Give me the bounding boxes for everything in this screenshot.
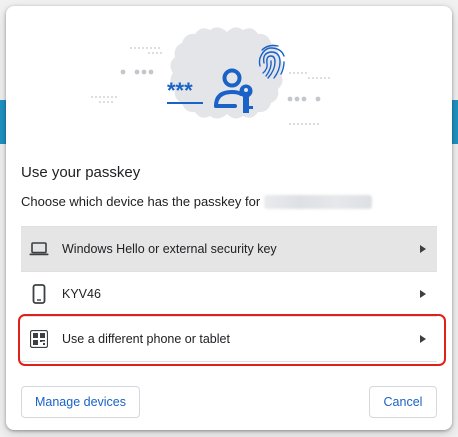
cancel-button[interactable]: Cancel: [369, 386, 437, 418]
dots-decoration-left: [91, 47, 162, 103]
dots-decoration-right: [287, 72, 330, 125]
divider: [21, 361, 437, 362]
chevron-right-icon: [417, 245, 429, 253]
device-label: KYV46: [62, 287, 101, 301]
dialog-subtitle: Choose which device has the passkey for: [21, 194, 261, 209]
device-option-windows-hello[interactable]: Windows Hello or external security key: [21, 227, 437, 271]
highlight-annotation-outline: [18, 314, 446, 366]
dialog-title: Use your passkey: [21, 164, 141, 181]
redacted-domain: [264, 194, 373, 209]
manage-devices-button[interactable]: Manage devices: [21, 386, 140, 418]
laptop-icon: [28, 238, 50, 260]
password-mask-text: ***: [167, 78, 193, 103]
device-option-kyv46[interactable]: KYV46: [21, 272, 437, 316]
device-label: Windows Hello or external security key: [62, 242, 277, 256]
chevron-right-icon: [417, 290, 429, 298]
background-page-strip-right: [452, 100, 458, 144]
dialog-subtitle-row: Choose which device has the passkey for: [21, 194, 373, 209]
passkey-dialog: *** Use your passkey Choose which device: [6, 6, 452, 430]
passkey-illustration: ***: [91, 27, 330, 125]
phone-icon: [28, 283, 50, 305]
